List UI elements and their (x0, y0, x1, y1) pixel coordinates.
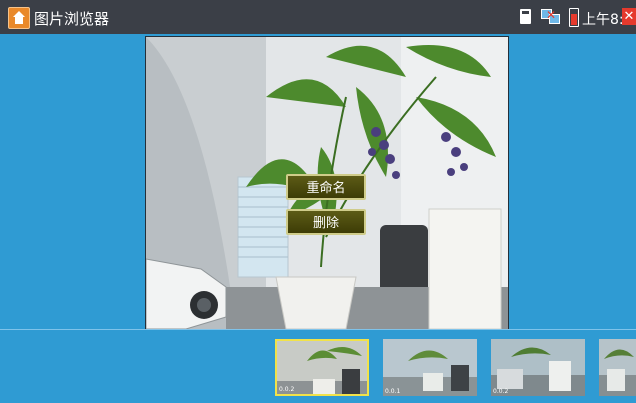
home-icon[interactable] (8, 7, 30, 29)
delete-button[interactable]: 删除 (286, 209, 366, 235)
thumbnail-image (599, 339, 636, 396)
thumbnail-label: 0.0.1 (385, 388, 401, 395)
sd-card-icon (520, 9, 531, 24)
battery-icon (569, 8, 579, 27)
status-bar: 图片浏览器 ✕ 上午8:28 ✕ (0, 0, 636, 34)
thumbnail-item[interactable]: 0.0.2 (491, 339, 585, 396)
app-title: 图片浏览器 (34, 10, 110, 28)
close-icon[interactable]: ✕ (622, 8, 636, 25)
thumbnail-item[interactable]: 0.0.2 (275, 339, 369, 396)
thumbnail-label: 0.0.2 (279, 386, 295, 393)
thumbnail-label: 0.0.2 (493, 388, 509, 395)
thumbnail-item[interactable]: 0.0.1 (383, 339, 477, 396)
rename-button[interactable]: 重命名 (286, 174, 366, 200)
thumbnail-item[interactable] (599, 339, 636, 396)
strip-divider (0, 329, 636, 330)
network-disconnected-icon: ✕ (541, 9, 561, 24)
